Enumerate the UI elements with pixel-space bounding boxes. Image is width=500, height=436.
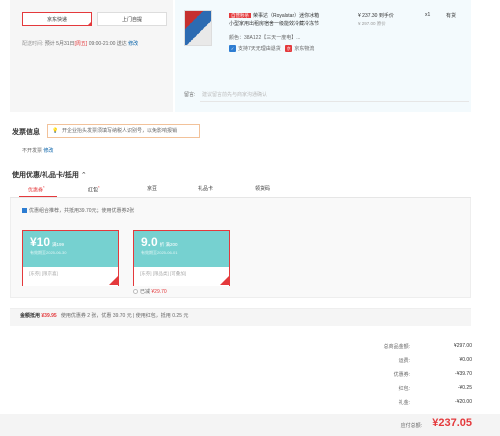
discount-title-text: 使用优惠/礼品卡/抵用	[12, 172, 79, 179]
tab-red-packet-badge: *	[98, 185, 100, 190]
tab-coupons-badge: *	[43, 185, 45, 190]
payable-label: 应付总额:	[400, 423, 422, 429]
coupon-condition: 折 满200	[159, 242, 178, 247]
delivery-window: 09:00-21:00 送达	[88, 41, 127, 47]
jd-express-label: 京东快递	[46, 17, 67, 23]
discount-title[interactable]: 使用优惠/礼品卡/抵用 ⌃	[12, 170, 87, 180]
total-label: 优惠券:	[393, 372, 410, 378]
product-color: 颜色：38A122【三天一度电】...	[229, 35, 301, 41]
total-value: -¥20.00	[455, 399, 472, 405]
coupon-amount-row: ¥10 满199	[30, 235, 64, 249]
order-totals: 总商品金额: ¥297.00 运费: ¥0.00 优惠券: -¥39.70 红包: -¥…	[312, 343, 472, 406]
delivery-time-label: 配送时间:	[22, 41, 44, 47]
best-combo-checkbox[interactable]	[22, 208, 27, 214]
tab-gift-card[interactable]: 礼品卡	[198, 185, 213, 192]
coupon-scope: [东券] [限京喜]	[23, 267, 118, 286]
jd-logistics-icon: 京	[285, 45, 293, 53]
best-combo-row[interactable]: 优惠组合推荐，共抵用39.70元；使用优惠券2张	[22, 207, 134, 214]
product-title-line1: 荣事达（Royalstar）迷你冰箱	[253, 13, 320, 19]
delivery-date: 预计 5月31日	[44, 41, 75, 47]
total-row: 礼金: -¥20.00	[312, 399, 472, 409]
selected-corner-icon	[220, 276, 229, 285]
tab-coupons[interactable]: 优惠券*	[28, 185, 45, 194]
product-title-line2: 小型家用出租房宿舍一级能效冷藏冷冻节	[229, 21, 320, 27]
product-stock: 有货	[446, 13, 457, 19]
saved-radio[interactable]	[133, 289, 138, 295]
payable-bar: 应付总额: ¥237.05	[0, 414, 500, 436]
return-shield-icon: ✓	[229, 45, 236, 53]
coupon-card[interactable]: 9.0 折 满200 有效期至2025-06-01 [东券] [限品类] [可叠加…	[133, 230, 230, 286]
coupon-expiry: 有效期至2025-06-30	[30, 250, 67, 255]
jd-express-option[interactable]: 京东快递	[22, 12, 92, 26]
tab-jd-beans[interactable]: 京豆	[147, 185, 157, 192]
best-combo-text: 优惠组合推荐，共抵用39.70元；使用优惠券2张	[29, 208, 135, 214]
saved-value: ¥29.70	[151, 289, 167, 295]
coupon-expiry: 有效期至2025-06-01	[141, 250, 178, 255]
coupon-condition: 满199	[52, 242, 65, 247]
coupon-amount-row: 9.0 折 满200	[141, 235, 177, 249]
invoice-status-row: 不开发票 修改	[22, 147, 53, 154]
product-services: ✓ 支持7天无理由退货 京京东物流	[229, 45, 315, 53]
total-row: 优惠券: -¥39.70	[312, 371, 472, 381]
total-value: ¥297.00	[453, 343, 472, 349]
total-value: -¥0.25	[457, 385, 472, 391]
tab-coupons-label: 优惠券	[28, 187, 44, 194]
bulb-icon: 💡	[52, 128, 59, 134]
delivery-weekday: [周五]	[74, 41, 88, 47]
total-label: 总商品金额:	[383, 344, 410, 350]
payable-value: ¥237.05	[432, 417, 472, 429]
product-image[interactable]	[184, 10, 212, 46]
summary-amount: ¥39.95	[41, 313, 57, 319]
product-price: ¥ 237.30 到手价	[358, 13, 394, 19]
jd-logistics: 京东物流	[294, 46, 315, 52]
product-original-price: ¥ 297.00 原价	[358, 21, 386, 26]
total-value: -¥39.70	[455, 371, 472, 377]
product-quantity: x1	[425, 12, 431, 18]
invoice-tip: 💡 开企业抬头发票须填写纳税人识别号，以免影响报销	[47, 124, 200, 138]
product-title[interactable]: 自营秒杀 荣事达（Royalstar）迷你冰箱 小型家用出租房宿舍一级能效冷藏冷冻…	[229, 12, 359, 28]
summary-label: 金额抵用	[20, 313, 41, 319]
delivery-time: 配送时间: 预计 5月31日[周五] 09:00-21:00 送达 修改	[22, 40, 138, 47]
total-label: 红包:	[398, 386, 410, 392]
saved-row: 已减 ¥29.70	[133, 288, 167, 295]
discount-summary: 金额抵用 ¥39.95 使用优惠券 2 张，优惠 39.70 元 | 使用红包，…	[10, 308, 471, 326]
total-row: 运费: ¥0.00	[312, 357, 472, 367]
total-label: 运费:	[398, 358, 410, 364]
message-input[interactable]: 建议留言前先与商家沟通确认	[200, 88, 469, 102]
invoice-modify-link[interactable]: 修改	[43, 148, 53, 154]
selected-corner-icon	[87, 21, 92, 26]
coupon-amount: 9.0	[141, 235, 158, 249]
total-row: 红包: -¥0.25	[312, 385, 472, 395]
total-row: 总商品金额: ¥297.00	[312, 343, 472, 353]
message-row: 留言: 建议留言前先与商家沟通确认	[184, 88, 469, 102]
tab-red-packet[interactable]: 红包*	[88, 185, 100, 194]
invoice-title: 发票信息	[12, 129, 40, 136]
pickup-option[interactable]: 上门自提	[97, 12, 167, 26]
total-value: ¥0.00	[459, 357, 472, 363]
message-label: 留言:	[184, 92, 196, 98]
total-label: 礼金:	[398, 400, 410, 406]
chevron-up-icon: ⌃	[80, 172, 87, 179]
return-policy: 支持7天无理由退货	[238, 46, 281, 52]
selected-corner-icon	[109, 276, 118, 285]
tab-redeem-code[interactable]: 领货码	[255, 185, 270, 192]
summary-detail: 使用优惠券 2 张，优惠 39.70 元 | 使用红包，抵用 0.25 元	[60, 313, 189, 319]
coupon-card[interactable]: ¥10 满199 有效期至2025-06-30 [东券] [限京喜]	[22, 230, 119, 286]
coupon-amount: ¥10	[30, 235, 51, 249]
invoice-status: 不开发票	[22, 148, 43, 154]
coupon-scope: [东券] [限品类] [可叠加]	[134, 267, 229, 286]
saved-label: 已减	[140, 289, 151, 295]
pickup-label: 上门自提	[121, 17, 142, 23]
tab-red-packet-label: 红包	[88, 187, 99, 194]
delivery-modify-link[interactable]: 修改	[128, 41, 138, 47]
invoice-tip-text: 开企业抬头发票须填写纳税人识别号，以免影响报销	[62, 128, 178, 134]
self-flash-tag: 自营秒杀	[229, 13, 251, 18]
